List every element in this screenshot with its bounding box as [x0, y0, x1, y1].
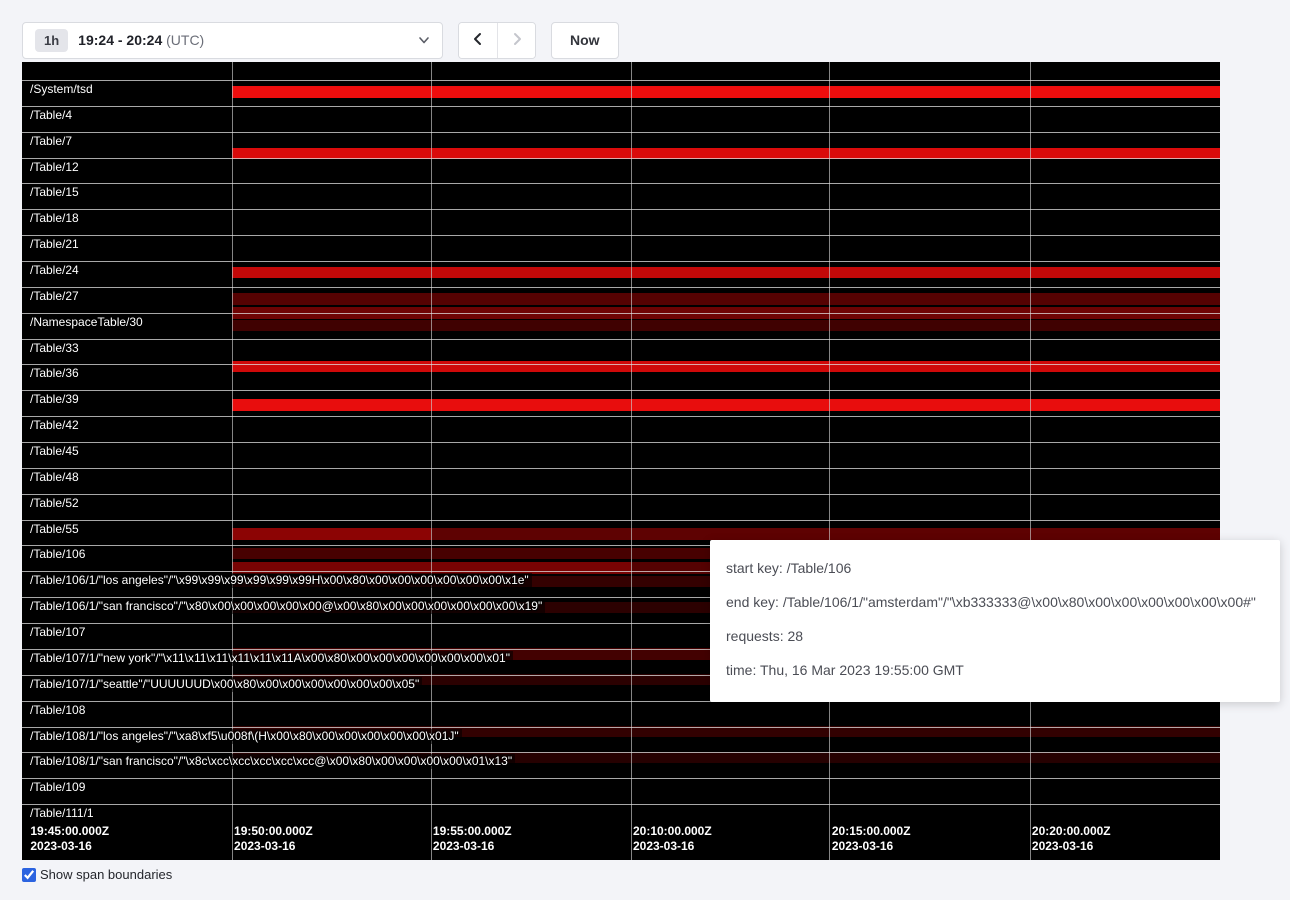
duration-badge: 1h [35, 29, 68, 52]
tooltip-line: end key: /Table/106/1/"amsterdam"/"\xb33… [726, 594, 1264, 610]
now-button[interactable]: Now [551, 22, 619, 59]
x-axis-tick: 19:55:00.000Z2023-03-16 [433, 824, 512, 854]
time-range-label: 19:24 - 20:24 (UTC) [78, 32, 204, 48]
x-axis-tick: 19:50:00.000Z2023-03-16 [234, 824, 313, 854]
tooltip-line: requests: 28 [726, 628, 1264, 644]
prev-interval-button[interactable] [459, 23, 497, 58]
show-span-boundaries-label: Show span boundaries [40, 867, 172, 882]
x-axis-layer: 19:45:00.000Z2023-03-16 19:50:00.000Z2023… [22, 62, 1220, 860]
x-axis-tick: 20:15:00.000Z2023-03-16 [832, 824, 911, 854]
chevron-right-icon [510, 32, 524, 49]
x-axis-tick: 20:20:00.000Z2023-03-16 [1032, 824, 1111, 854]
x-axis-tick: 20:10:00.000Z2023-03-16 [633, 824, 712, 854]
heatmap-tooltip: start key: /Table/106 end key: /Table/106… [710, 540, 1280, 702]
chevron-down-icon [418, 34, 430, 46]
next-interval-button[interactable] [497, 23, 535, 58]
time-range-value: 19:24 - 20:24 [78, 32, 162, 48]
tooltip-line: time: Thu, 16 Mar 2023 19:55:00 GMT [726, 662, 1264, 678]
key-visualizer-page: 1h 19:24 - 20:24 (UTC) Now /System/tsd/T… [0, 0, 1290, 900]
time-range-dropdown[interactable]: 1h 19:24 - 20:24 (UTC) [22, 22, 443, 59]
key-visualizer-heatmap[interactable]: /System/tsd/Table/4/Table/7/Table/12/Tab… [22, 62, 1220, 860]
time-nav-group [458, 22, 536, 59]
show-span-boundaries-checkbox[interactable] [22, 868, 36, 882]
footer: Show span boundaries [22, 867, 172, 882]
tooltip-line: start key: /Table/106 [726, 560, 1264, 576]
toolbar: 1h 19:24 - 20:24 (UTC) Now [0, 0, 1290, 59]
x-axis-tick: 19:45:00.000Z2023-03-16 [30, 824, 109, 854]
chevron-left-icon [471, 32, 485, 49]
timezone-label: (UTC) [166, 32, 204, 48]
